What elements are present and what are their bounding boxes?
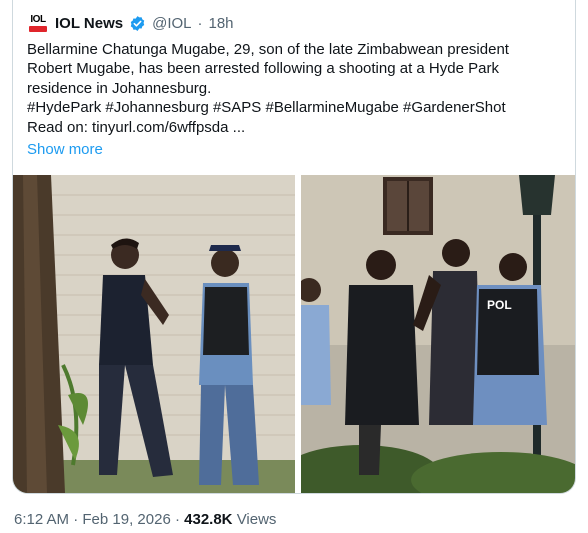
post-time[interactable]: 18h (209, 15, 234, 32)
logo-text: IOL (30, 13, 46, 25)
photo-right-scene: POL (301, 175, 575, 493)
tweet-header: IOL IOL News @IOL · 18h (27, 12, 234, 34)
post-date[interactable]: Feb 19, 2026 (82, 511, 170, 528)
read-on-link[interactable]: Read on: tinyurl.com/6wffpsda ... (27, 118, 567, 137)
media-grid: POL (13, 175, 575, 493)
tweet-meta-footer: 6:12 AM · Feb 19, 2026 · 432.8K Views (14, 511, 276, 528)
footer-dot: · (174, 511, 180, 528)
views-count[interactable]: 432.8K (184, 511, 232, 528)
tweet-line: Robert Mugabe, has been arrested followi… (27, 60, 499, 78)
author-handle[interactable]: @IOL (152, 15, 191, 32)
verified-badge-icon (130, 15, 145, 31)
vest-text: POL (487, 298, 512, 312)
tweet-card[interactable]: IOL IOL News @IOL · 18h Bellarmine Chatu… (12, 0, 576, 494)
hashtags-line[interactable]: #HydePark #Johannesburg #SAPS #Bellarmin… (27, 98, 567, 117)
tweet-line: Bellarmine Chatunga Mugabe, 29, son of t… (27, 41, 509, 58)
tweet-line: residence in Johannesburg. (27, 79, 212, 97)
iol-logo-avatar[interactable]: IOL (27, 12, 49, 34)
separator-dot: · (197, 14, 203, 32)
photo-left-scene (13, 175, 295, 493)
show-more-link[interactable]: Show more (27, 141, 103, 158)
footer-dot: · (73, 511, 79, 528)
photo-arrest-left[interactable] (13, 175, 295, 493)
author-name[interactable]: IOL News (55, 15, 123, 32)
logo-red-bar (29, 25, 47, 32)
photo-arrest-right[interactable]: POL (301, 175, 575, 493)
tweet-text: Bellarmine Chatunga Mugabe, 29, son of t… (27, 40, 567, 137)
post-timestamp[interactable]: 6:12 AM (14, 511, 69, 528)
views-label: Views (236, 511, 277, 528)
